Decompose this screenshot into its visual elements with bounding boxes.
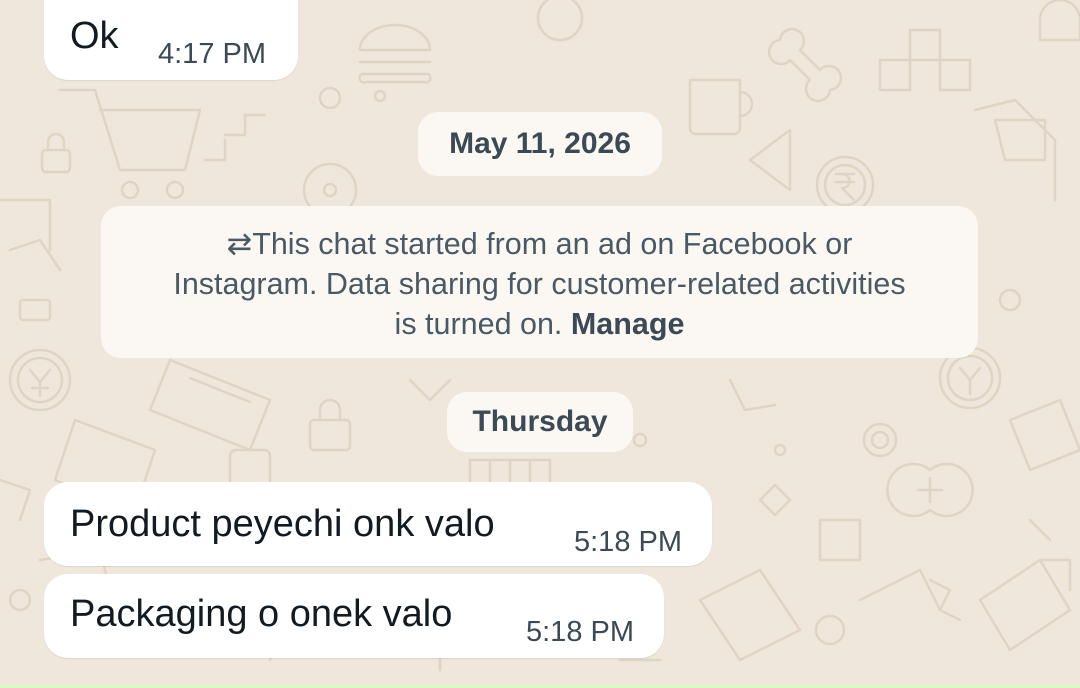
incoming-message-bubble[interactable]: Ok 4:17 PM bbox=[44, 0, 298, 80]
day-divider: Thursday bbox=[447, 392, 633, 452]
message-timestamp: 5:18 PM bbox=[526, 616, 634, 648]
message-text: Product peyechi onk valo bbox=[70, 503, 495, 545]
notice-line-3: is turned on. Manage bbox=[101, 304, 978, 344]
chat-area[interactable]: Ok 4:17 PM May 11, 2026 ⇄This chat start… bbox=[0, 0, 1080, 688]
message-timestamp: 5:18 PM bbox=[574, 526, 682, 558]
message-timestamp: 4:17 PM bbox=[158, 38, 266, 70]
message-text: Ok bbox=[70, 15, 119, 57]
notice-text-line-3: is turned on. bbox=[394, 307, 563, 341]
message-text: Packaging o onek valo bbox=[70, 593, 453, 635]
swap-arrows-icon: ⇄ bbox=[226, 227, 253, 261]
incoming-message-bubble[interactable]: Packaging o onek valo 5:18 PM bbox=[44, 574, 664, 658]
date-divider: May 11, 2026 bbox=[418, 112, 662, 176]
notice-text-line-1: This chat started from an ad on Facebook… bbox=[252, 227, 853, 261]
outgoing-message-edge bbox=[0, 684, 1080, 688]
manage-link[interactable]: Manage bbox=[571, 307, 685, 341]
incoming-message-bubble[interactable]: Product peyechi onk valo 5:18 PM bbox=[44, 482, 712, 566]
notice-line-2: Instagram. Data sharing for customer-rel… bbox=[173, 267, 906, 301]
ad-data-sharing-notice: ⇄This chat started from an ad on Faceboo… bbox=[101, 206, 978, 358]
notice-line-1: ⇄This chat started from an ad on Faceboo… bbox=[101, 224, 978, 264]
